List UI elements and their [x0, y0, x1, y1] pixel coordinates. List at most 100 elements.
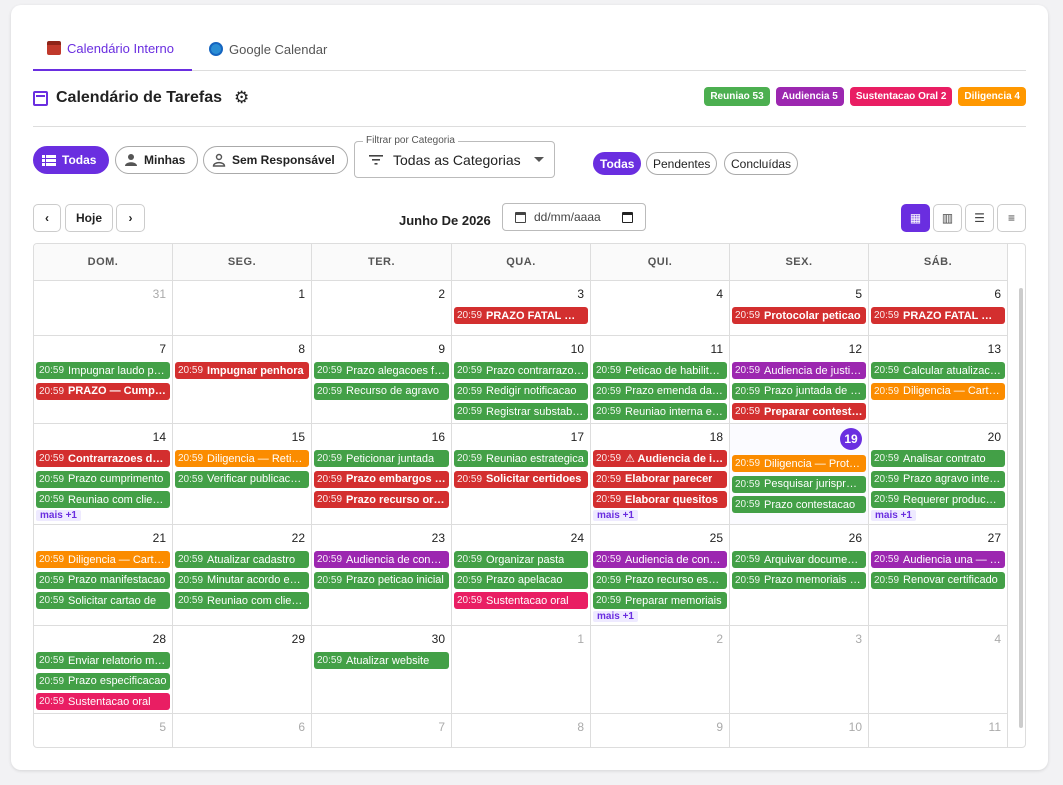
day-cell[interactable]: 720:59Impugnar laudo pericial20:59PRAZO …: [34, 336, 173, 424]
next-month-button[interactable]: ›: [116, 204, 145, 232]
day-cell[interactable]: 8 20:59 Impugnar penhora: [173, 336, 312, 424]
day-cell[interactable]: 30 20:59 Atualizar website: [312, 626, 452, 714]
calendar-event[interactable]: 20:59 Prazo manifestacao: [36, 571, 170, 589]
day-cell[interactable]: 2520:59Audiencia de conciliacao20:59Praz…: [591, 525, 730, 626]
calendar-event[interactable]: 20:59 Diligencia — Retirada: [175, 450, 309, 467]
calendar-event[interactable]: 20:59Audiencia de justificacao: [732, 362, 866, 379]
day-cell-today[interactable]: 1920:59Diligencia — Protocolo20:59Pesqui…: [730, 424, 869, 525]
day-cell[interactable]: 24 20:59 Organizar pasta 20:59 Prazo apelaca…: [452, 525, 591, 626]
calendar-event[interactable]: 20:59PRAZO FATAL — Recurso: [454, 307, 588, 324]
calendar-event[interactable]: 20:59Audiencia de conciliacao: [314, 551, 449, 568]
calendar-event[interactable]: 20:59 Prazo peticao inicial: [314, 571, 449, 589]
calendar-event[interactable]: 20:59PRAZO FATAL — Apelacao: [871, 307, 1005, 324]
day-cell[interactable]: 5 20:59 Protocolar peticao: [730, 281, 869, 336]
calendar-event[interactable]: 20:59 Recurso de agravo: [314, 382, 449, 400]
day-cell[interactable]: 1820:59⚠ Audiencia de instrucao20:59Elab…: [591, 424, 730, 525]
calendar-event[interactable]: 20:59Pesquisar jurisprudencia: [732, 475, 866, 493]
day-cell[interactable]: 16 20:59 Peticionar juntada 20:59 Prazo emba…: [312, 424, 452, 525]
calendar-event[interactable]: 20:59Registrar substabelecimento: [454, 403, 588, 420]
calendar-event[interactable]: 20:59 Preparar memoriais: [593, 592, 727, 609]
day-cell[interactable]: 4: [869, 626, 1008, 714]
calendar-event[interactable]: 20:59Prazo recurso especial: [593, 571, 727, 589]
calendar-event[interactable]: 20:59 Peticionar juntada: [314, 450, 449, 467]
calendar-event[interactable]: 20:59 Arquivar documentos: [732, 551, 866, 568]
day-cell[interactable]: 29: [173, 626, 312, 714]
calendar-event[interactable]: 20:59⚠ Audiencia de instrucao: [593, 450, 727, 467]
calendar-event[interactable]: 20:59 Renovar certificado: [871, 571, 1005, 589]
status-concluidas-chip[interactable]: Concluídas: [724, 152, 799, 175]
calendar-event[interactable]: 20:59 Protocolar peticao: [732, 307, 866, 324]
day-cell[interactable]: 1420:59Contrarrazoes de apelacao20:59Pra…: [34, 424, 173, 525]
calendar-event[interactable]: 20:59 Organizar pasta: [454, 551, 588, 568]
day-cell[interactable]: 2720:59Audiencia una — Trabalhista20:59R…: [869, 525, 1008, 626]
calendar-event[interactable]: 20:59 Atualizar website: [314, 652, 449, 669]
calendar-event[interactable]: 20:59Prazo emenda da inicial: [593, 382, 727, 400]
calendar-event[interactable]: 20:59 Prazo contestacao: [732, 496, 866, 513]
calendar-event[interactable]: 20:59Prazo juntada de documentos: [732, 382, 866, 400]
calendar-event[interactable]: 20:59 Elaborar parecer: [593, 470, 727, 488]
calendar-event[interactable]: 20:59PRAZO — Cumprimento: [36, 382, 170, 400]
day-cell[interactable]: 6: [173, 714, 312, 747]
day-cell[interactable]: 1220:59Audiencia de justificacao20:59Pra…: [730, 336, 869, 424]
calendar-event[interactable]: 20:59 Elaborar quesitos: [593, 491, 727, 508]
more-events-link[interactable]: mais +1: [36, 509, 81, 521]
day-cell[interactable]: 5: [34, 714, 173, 747]
calendar-event[interactable]: 20:59 Peticao de habilitacao: [593, 362, 727, 379]
day-cell[interactable]: 8: [452, 714, 591, 747]
more-events-link[interactable]: mais +1: [593, 509, 638, 521]
calendar-event[interactable]: 20:59Prazo embargos de declaracao: [314, 470, 449, 488]
calendar-event[interactable]: 20:59Audiencia de conciliacao: [593, 551, 727, 568]
filter-todas-button[interactable]: Todas: [33, 146, 110, 174]
calendar-event[interactable]: 20:59Preparar contestacao: [732, 403, 866, 420]
category-select[interactable]: Filtrar por Categoria Todas as Categoria…: [354, 135, 555, 178]
calendar-event[interactable]: 20:59 Analisar contrato: [871, 450, 1005, 467]
calendar-event[interactable]: 20:59 Reuniao estrategica: [454, 450, 588, 467]
day-cell[interactable]: 13 20:59 Calcular atualizacao 20:59 Diligenc…: [869, 336, 1008, 424]
status-todas-chip[interactable]: Todas: [593, 152, 642, 175]
day-cell[interactable]: 15 20:59 Diligencia — Retirada 20:59 Verific…: [173, 424, 312, 525]
calendar-event[interactable]: 20:59 Diligencia — Cartorio: [871, 382, 1005, 400]
calendar-event[interactable]: 20:59 Impugnar penhora: [175, 362, 309, 379]
calendar-event[interactable]: 20:59 Sustentacao oral: [36, 693, 170, 710]
day-cell[interactable]: 31: [34, 281, 173, 336]
calendar-event[interactable]: 20:59Impugnar laudo pericial: [36, 362, 170, 379]
day-cell[interactable]: 10 20:59 Prazo contrarrazoes 20:59 Redigir n…: [452, 336, 591, 424]
day-cell[interactable]: 17 20:59 Reuniao estrategica 20:59 Solicitar…: [452, 424, 591, 525]
calendar-event[interactable]: 20:59 Sustentacao oral: [454, 592, 588, 609]
calendar-event[interactable]: 20:59 Verificar publicacoes: [175, 470, 309, 488]
calendar-event[interactable]: 20:59Reuniao interna equipe: [593, 403, 727, 420]
calendar-event[interactable]: 20:59 Atualizar cadastro: [175, 551, 309, 568]
calendar-event[interactable]: 20:59 Prazo alegacoes finais: [314, 362, 449, 379]
day-cell[interactable]: 1: [173, 281, 312, 336]
more-events-link[interactable]: mais +1: [593, 610, 638, 622]
day-cell[interactable]: 2: [312, 281, 452, 336]
calendar-event[interactable]: 20:59Contrarrazoes de apelacao: [36, 450, 170, 467]
calendar-event[interactable]: 20:59Requerer producao de provas: [871, 491, 1005, 508]
calendar-event[interactable]: 20:59Diligencia — Protocolo: [732, 455, 866, 472]
date-input[interactable]: dd/mm/aaaa: [502, 203, 646, 231]
day-cell[interactable]: 9 20:59 Prazo alegacoes finais 20:59 Recurso…: [312, 336, 452, 424]
today-button[interactable]: Hoje: [65, 204, 113, 232]
tab-calendario-interno[interactable]: Calendário Interno: [33, 27, 192, 71]
month-view-button[interactable]: ▦: [901, 204, 930, 232]
calendar-event[interactable]: 20:59 Calcular atualizacao: [871, 362, 1005, 379]
calendar-picker-icon[interactable]: [622, 211, 633, 223]
day-view-button[interactable]: ☰: [965, 204, 994, 232]
day-cell[interactable]: 4: [591, 281, 730, 336]
day-cell[interactable]: 11: [869, 714, 1008, 747]
day-cell[interactable]: 11 20:59 Peticao de habilitacao 20:59 Prazo …: [591, 336, 730, 424]
day-cell[interactable]: 21 20:59 Diligencia — Cartorio 20:59 Prazo m…: [34, 525, 173, 626]
calendar-event[interactable]: 20:59 Prazo agravo interno: [871, 470, 1005, 488]
more-events-link[interactable]: mais +1: [871, 509, 916, 521]
week-view-button[interactable]: ▥: [933, 204, 962, 232]
day-cell[interactable]: 7: [312, 714, 452, 747]
day-cell[interactable]: 2: [591, 626, 730, 714]
calendar-event[interactable]: 20:59 Reuniao com cliente: [175, 592, 309, 609]
prev-month-button[interactable]: ‹: [33, 204, 61, 232]
scrollbar[interactable]: [1019, 288, 1023, 728]
calendar-event[interactable]: 20:59Prazo recurso ordinario: [314, 491, 449, 508]
calendar-event[interactable]: 20:59Prazo memoriais finais: [732, 571, 866, 589]
day-cell[interactable]: 3: [730, 626, 869, 714]
day-cell[interactable]: 3 20:59PRAZO FATAL — Recurso: [452, 281, 591, 336]
day-cell[interactable]: 2320:59Audiencia de conciliacao20:59Praz…: [312, 525, 452, 626]
